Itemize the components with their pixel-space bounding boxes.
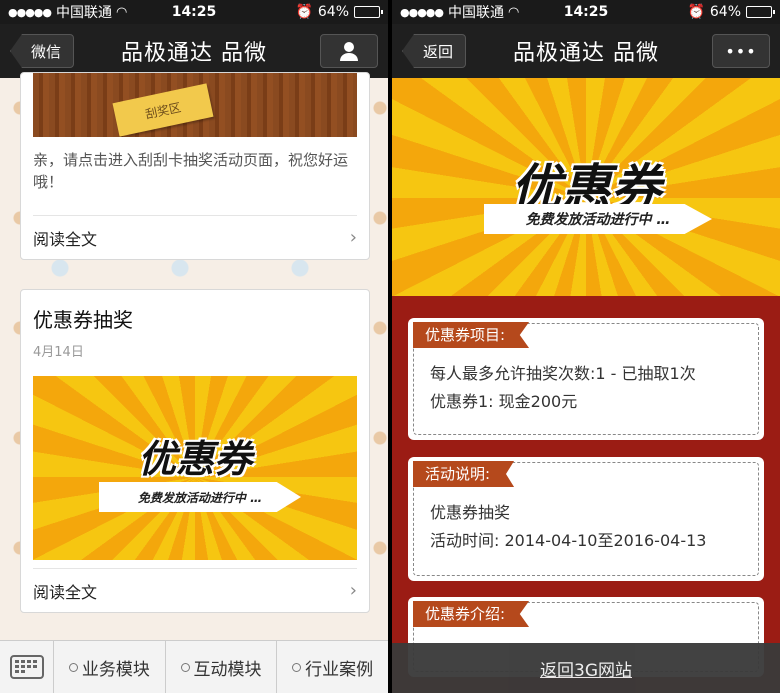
nav-bar: 微信 品极通达 品微 xyxy=(0,24,388,78)
coupon-banner: 优惠券 免费发放活动进行中 … xyxy=(392,78,780,296)
article-list[interactable]: 刮奖区 亲，请点击进入刮刮卡抽奖活动页面，祝您好运哦！ 阅读全文 › 优惠券抽奖… xyxy=(0,72,388,640)
menu-item-business[interactable]: 业务模块 xyxy=(54,641,166,693)
wifi-icon: ◠ xyxy=(508,4,520,20)
more-icon: ••• xyxy=(725,41,757,61)
page-title: 品极通达 品微 xyxy=(513,41,659,66)
menu-item-interaction[interactable]: 互动模块 xyxy=(166,641,278,693)
menu-item-label: 行业案例 xyxy=(305,659,374,680)
coupon-banner-image[interactable]: 优惠券 免费发放活动进行中 … xyxy=(33,376,357,560)
page-title: 品极通达 品微 xyxy=(121,41,267,66)
menu-dot-icon xyxy=(180,662,190,672)
battery-percent: 64% xyxy=(709,4,741,20)
activity-description-section: 活动说明: 优惠券抽奖 活动时间: 2014-04-10至2016-04-13 xyxy=(408,457,764,581)
back-button[interactable]: 返回 xyxy=(402,34,467,68)
status-bar: ●●●●● 中国联通 ◠ 14:25 ⏰ 64% xyxy=(392,0,780,24)
menu-item-label: 互动模块 xyxy=(193,659,262,680)
keyboard-toggle-button[interactable] xyxy=(0,641,54,693)
chevron-right-icon: › xyxy=(349,227,357,248)
section-line: 优惠券1: 现金200元 xyxy=(430,392,578,411)
battery-icon xyxy=(354,6,383,18)
coupon-items-section: 优惠券项目: 每人最多允许抽奖次数:1 - 已抽取1次 优惠券1: 现金200元 xyxy=(408,318,764,440)
coupon-detail-screen: ●●●●● 中国联通 ◠ 14:25 ⏰ 64% 返回 品极通达 品微 ••• … xyxy=(392,0,780,693)
nav-bar: 返回 品极通达 品微 ••• xyxy=(392,24,780,78)
chevron-right-icon: › xyxy=(349,580,357,601)
battery-icon xyxy=(746,6,775,18)
section-label: 优惠券介绍: xyxy=(413,601,530,627)
carrier-label: 中国联通 xyxy=(448,5,504,21)
menu-dot-icon xyxy=(292,662,302,672)
footer-bar: 返回3G网站 xyxy=(392,643,780,693)
coupon-logo: 优惠券 xyxy=(137,437,252,481)
read-more-label: 阅读全文 xyxy=(33,229,98,249)
article-card-coupon[interactable]: 优惠券抽奖 4月14日 优惠券 免费发放活动进行中 … 阅读全文 › xyxy=(20,289,370,613)
article-card-scratch[interactable]: 刮奖区 亲，请点击进入刮刮卡抽奖活动页面，祝您好运哦！ 阅读全文 › xyxy=(20,72,370,260)
read-more-link[interactable]: 阅读全文 › xyxy=(33,568,357,612)
section-line: 每人最多允许抽奖次数:1 - 已抽取1次 xyxy=(430,364,696,383)
back-button[interactable]: 微信 xyxy=(10,34,75,68)
coupon-tagline: 免费发放活动进行中 … xyxy=(484,204,712,234)
status-bar: ●●●●● 中国联通 ◠ 14:25 ⏰ 64% xyxy=(0,0,388,24)
back-to-3g-site-link[interactable]: 返回3G网站 xyxy=(540,656,632,681)
section-label: 优惠券项目: xyxy=(413,322,530,348)
scratch-card-image: 刮奖区 xyxy=(33,73,357,137)
alarm-icon: ⏰ xyxy=(295,4,313,20)
section-line: 活动时间: 2014-04-10至2016-04-13 xyxy=(430,531,707,550)
scratch-area-tag: 刮奖区 xyxy=(112,83,214,137)
coupon-page[interactable]: 优惠券 免费发放活动进行中 … 优惠券项目: 每人最多允许抽奖次数:1 - 已抽… xyxy=(392,78,780,693)
keyboard-icon xyxy=(9,655,44,679)
alarm-icon: ⏰ xyxy=(687,4,705,20)
section-line: 优惠券抽奖 xyxy=(430,503,511,522)
section-label: 活动说明: xyxy=(413,461,515,487)
carrier-label: 中国联通 xyxy=(56,5,112,21)
coupon-tagline: 免费发放活动进行中 … xyxy=(99,482,301,512)
bottom-menu: 业务模块 互动模块 行业案例 xyxy=(0,640,388,693)
menu-dot-icon xyxy=(68,662,78,672)
menu-item-label: 业务模块 xyxy=(81,659,150,680)
person-icon xyxy=(340,42,358,61)
read-more-label: 阅读全文 xyxy=(33,582,98,602)
wifi-icon: ◠ xyxy=(116,4,128,20)
more-options-button[interactable]: ••• xyxy=(712,34,770,68)
article-title: 优惠券抽奖 xyxy=(33,308,133,332)
signal-icon: ●●●●● xyxy=(8,5,52,19)
read-more-link[interactable]: 阅读全文 › xyxy=(33,215,357,259)
wechat-article-list-screen: ●●●●● 中国联通 ◠ 14:25 ⏰ 64% 微信 品极通达 品微 刮奖区 … xyxy=(0,0,388,693)
menu-item-cases[interactable]: 行业案例 xyxy=(277,641,388,693)
article-summary: 亲，请点击进入刮刮卡抽奖活动页面，祝您好运哦！ xyxy=(33,151,349,191)
profile-button[interactable] xyxy=(320,34,378,68)
article-date: 4月14日 xyxy=(33,345,84,360)
signal-icon: ●●●●● xyxy=(400,5,444,19)
battery-percent: 64% xyxy=(317,4,349,20)
